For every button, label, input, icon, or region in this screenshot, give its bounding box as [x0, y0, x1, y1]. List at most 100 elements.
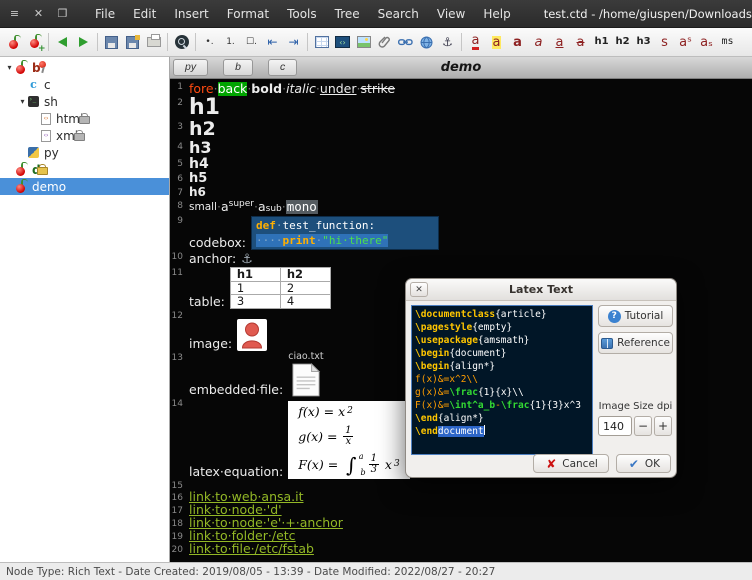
- anchor-icon[interactable]: ⚓: [241, 253, 253, 266]
- underline-button[interactable]: a: [549, 30, 570, 54]
- strikethrough-button[interactable]: a: [570, 30, 591, 54]
- latex-source-editor[interactable]: \documentclass{article}\pagestyle{empty}…: [411, 305, 593, 455]
- editor-line-1[interactable]: 1fore·back·bold·italic·under·strike: [170, 81, 752, 97]
- go-forward-button[interactable]: [73, 30, 94, 54]
- tree-node-xml[interactable]: xml: [0, 127, 169, 144]
- indent-decrease-button[interactable]: ⇤: [262, 30, 283, 54]
- ok-check-icon: [627, 457, 641, 470]
- ok-button[interactable]: OK: [616, 454, 671, 473]
- editor-line-10[interactable]: 10anchor:⚓: [170, 251, 752, 267]
- menu-help[interactable]: Help: [474, 7, 519, 21]
- tree-node-c[interactable]: cc: [0, 76, 169, 93]
- tree-node-b[interactable]: ▾b: [0, 59, 169, 76]
- expander-icon[interactable]: ▾: [4, 63, 15, 72]
- editor-line-6[interactable]: 6h5: [170, 173, 752, 187]
- save-button[interactable]: [101, 30, 122, 54]
- tree-node-d[interactable]: d: [0, 161, 169, 178]
- h2-button[interactable]: h2: [612, 30, 633, 54]
- tutorial-button[interactable]: Tutorial: [598, 305, 673, 327]
- recent-node-button-b[interactable]: b: [223, 59, 253, 76]
- insert-table-button[interactable]: [311, 30, 332, 54]
- text-segment: {document}: [449, 348, 506, 359]
- text-segment: \pagestyle: [415, 322, 472, 333]
- embedded-table[interactable]: h1h21234: [230, 267, 331, 309]
- editor-line-20[interactable]: 20link·to·file·/etc/fstab: [170, 544, 752, 557]
- codebox[interactable]: def·test_function:····print·"hi·there": [251, 216, 439, 250]
- tree-node-demo[interactable]: demo: [0, 178, 169, 195]
- bulleted-list-button[interactable]: •.: [199, 30, 220, 54]
- indent-increase-button[interactable]: ⇥: [283, 30, 304, 54]
- editor-line-2[interactable]: 2h1: [170, 97, 752, 121]
- tree-panel[interactable]: ▾bcc▾shhtmlxmlpyd demo: [0, 57, 170, 562]
- line-number: 20: [170, 544, 186, 557]
- dpi-decrease-button[interactable]: −: [634, 416, 652, 436]
- dpi-input[interactable]: [598, 416, 632, 436]
- insert-link-button[interactable]: [395, 30, 416, 54]
- tree-node-sh[interactable]: ▾sh: [0, 93, 169, 110]
- window-maximize-button[interactable]: ❐: [55, 7, 70, 20]
- equation-3: F(x) = ∫ab13 x3: [298, 454, 399, 475]
- go-back-button[interactable]: [52, 30, 73, 54]
- equation-2: g(x) = 1x: [298, 426, 399, 447]
- subscript-button[interactable]: aₛ: [696, 30, 717, 54]
- editor-line-3[interactable]: 3h2: [170, 121, 752, 141]
- menu-edit[interactable]: Edit: [124, 7, 165, 21]
- text-segment: {1}{x}\\: [478, 387, 524, 398]
- expander-icon[interactable]: ▾: [17, 97, 28, 106]
- insert-image-button[interactable]: [353, 30, 374, 54]
- tree-node-label: demo: [32, 180, 66, 194]
- window-close-button[interactable]: ✕: [31, 7, 46, 20]
- attach-file-button[interactable]: [374, 30, 395, 54]
- latex-equation-image[interactable]: f(x) = x2g(x) = 1xF(x) = ∫ab13 x3: [288, 401, 409, 479]
- tree-node-py[interactable]: py: [0, 144, 169, 161]
- embedded-image[interactable]: [237, 319, 267, 351]
- table-icon: [315, 36, 329, 48]
- menu-file[interactable]: File: [86, 7, 124, 21]
- recent-node-button-py[interactable]: py: [173, 59, 208, 76]
- insert-codebox-button[interactable]: [332, 30, 353, 54]
- dialog-close-button[interactable]: ✕: [410, 282, 428, 297]
- editor-line-4[interactable]: 4h3: [170, 141, 752, 158]
- latex-source-line: \enddocument: [415, 425, 589, 438]
- bold-button[interactable]: a: [507, 30, 528, 54]
- numbered-list-button[interactable]: 1.: [220, 30, 241, 54]
- menu-insert[interactable]: Insert: [165, 7, 217, 21]
- print-button[interactable]: [143, 30, 164, 54]
- save-as-button[interactable]: [122, 30, 143, 54]
- foreground-color-button[interactable]: a: [465, 30, 486, 54]
- reference-button[interactable]: Reference: [598, 332, 673, 354]
- menu-search[interactable]: Search: [369, 7, 428, 21]
- editor-line-8[interactable]: 8small·asuper·asub·mono: [170, 200, 752, 215]
- status-bar: Node Type: Rich Text - Date Created: 201…: [0, 562, 752, 580]
- italic-button[interactable]: a: [528, 30, 549, 54]
- find-button[interactable]: [171, 30, 192, 54]
- menu-format[interactable]: Format: [218, 7, 278, 21]
- tree-node-html[interactable]: html: [0, 110, 169, 127]
- line-number: 5: [170, 158, 186, 173]
- editor-line-7[interactable]: 7h6: [170, 187, 752, 200]
- add-node-button[interactable]: [3, 30, 24, 54]
- background-color-button[interactable]: a: [486, 30, 507, 54]
- h1-button[interactable]: h1: [591, 30, 612, 54]
- editor-line-5[interactable]: 5h4: [170, 158, 752, 173]
- menu-view[interactable]: View: [428, 7, 474, 21]
- editor-line-9[interactable]: 9codebox:def·test_function:····print·"hi…: [170, 215, 752, 251]
- dpi-increase-button[interactable]: +: [654, 416, 672, 436]
- cancel-button[interactable]: Cancel: [533, 454, 609, 473]
- monospace-button[interactable]: ms: [717, 30, 738, 54]
- window-title: test.ctd - /home/giuspen/Downloads - Che…: [544, 7, 752, 21]
- line-number: 18: [170, 518, 186, 531]
- xml-file-icon: [41, 130, 51, 142]
- h3-button[interactable]: h3: [633, 30, 654, 54]
- menu-tree[interactable]: Tree: [326, 7, 369, 21]
- add-subnode-button[interactable]: +: [24, 30, 45, 54]
- superscript-button[interactable]: aˢ: [675, 30, 696, 54]
- recent-node-button-c[interactable]: c: [268, 59, 297, 76]
- insert-anchor-button[interactable]: ⚓: [437, 30, 458, 54]
- todo-list-button[interactable]: ☐.: [241, 30, 262, 54]
- insert-node-link-button[interactable]: [416, 30, 437, 54]
- latex-source-line: \begin{document}: [415, 347, 589, 360]
- small-text-button[interactable]: s: [654, 30, 675, 54]
- embedded-file[interactable]: ciao.txt: [288, 352, 323, 397]
- menu-tools[interactable]: Tools: [278, 7, 326, 21]
